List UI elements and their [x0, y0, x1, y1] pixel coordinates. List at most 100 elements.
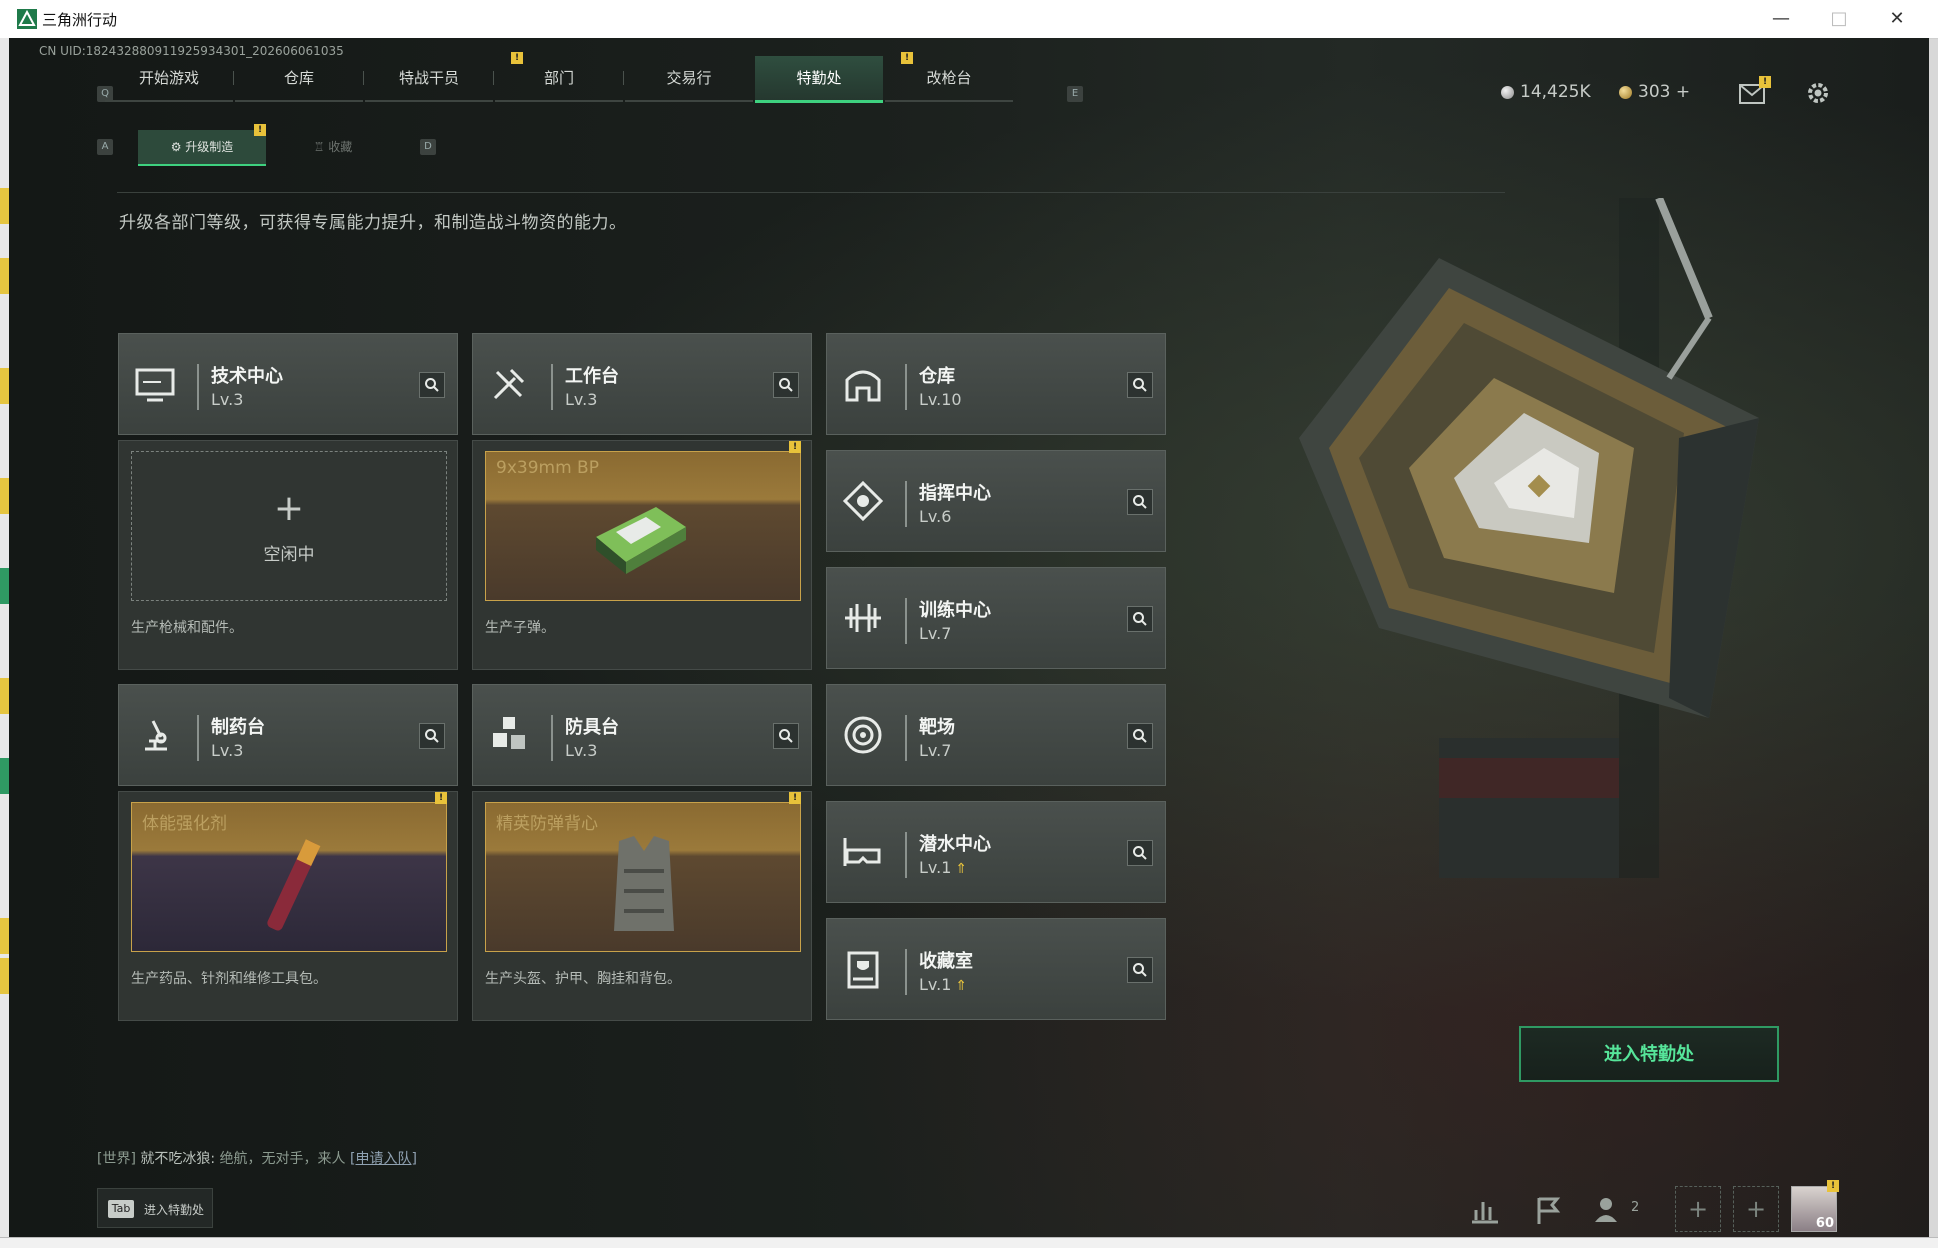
page-description: 升级各部门等级，可获得专属能力提升，和制造战斗物资的能力。 [119, 213, 627, 233]
card-divider [197, 364, 199, 410]
tab-label: 收藏 [328, 140, 353, 154]
minimize-button[interactable]: — [1752, 0, 1810, 38]
tab-collection[interactable]: ♖ 收藏 [269, 130, 397, 164]
facility-card-training-center[interactable]: 训练中心 Lv.7 [826, 567, 1166, 669]
strip-cell [0, 368, 9, 404]
enter-special-service-button[interactable]: 进入特勤处 [1519, 1026, 1779, 1082]
facility-card-armor-bench[interactable]: 防具台 Lv.3 [472, 684, 812, 786]
facility-card-collection-room[interactable]: 收藏室 Lv.1 ⇑ [826, 918, 1166, 1020]
facility-card-tech-center[interactable]: 技术中心 Lv.3 [118, 333, 458, 435]
nav-next-key: E [1067, 86, 1083, 102]
ammo-box-icon [596, 507, 686, 574]
warehouse-icon [845, 370, 881, 402]
subnav-next-key: D [420, 139, 436, 155]
facility-card-warehouse[interactable]: 仓库 Lv.10 [826, 333, 1166, 435]
tab-label: 部门 [543, 69, 574, 87]
production-slot-pharmacy[interactable]: 体能强化剂 ! 生产药品、针剂和维修工具包。 [118, 791, 458, 1021]
tab-trading[interactable]: 交易行 [625, 56, 753, 102]
strip-cell [0, 958, 9, 994]
inspect-button[interactable] [773, 372, 799, 398]
production-item-image[interactable]: 精英防弹背心 [485, 802, 801, 952]
inspect-button[interactable] [419, 723, 445, 749]
stats-chart-icon[interactable] [1464, 1190, 1504, 1230]
chat-user: 就不吃冰狼: [140, 1151, 216, 1167]
add-production-icon: + [273, 488, 305, 529]
card-divider [551, 364, 553, 410]
production-slot-workbench[interactable]: 9x39mm BP ! 生产子弹。 [472, 440, 812, 670]
add-currency-button[interactable]: + [1676, 82, 1690, 102]
facility-name: 潜水中心 [919, 834, 991, 855]
chat-channel: [世界] [97, 1151, 136, 1167]
search-icon [1133, 495, 1147, 509]
team-slot-empty[interactable]: + [1675, 1186, 1721, 1232]
join-team-link[interactable]: [申请入队] [350, 1151, 417, 1167]
tab-gunsmith[interactable]: 改枪台 [885, 56, 1013, 102]
injector-icon [267, 839, 321, 931]
card-divider [905, 481, 907, 527]
tab-start-game[interactable]: 开始游戏 [105, 56, 233, 102]
gold-coin-icon [1619, 85, 1632, 99]
production-slot-tech[interactable]: + 空闲中 生产枪械和配件。 [118, 440, 458, 670]
diving-mask-icon [843, 838, 881, 866]
tab-label: 交易行 [666, 69, 712, 87]
card-divider [905, 364, 907, 410]
tab-label: 改枪台 [926, 69, 972, 87]
production-item-image[interactable]: 体能强化剂 [131, 802, 447, 952]
tab-shortcut-hint[interactable]: Tab 进入特勤处 [97, 1188, 213, 1228]
inspect-button[interactable] [1127, 372, 1153, 398]
facility-card-diving-center[interactable]: 潜水中心 Lv.1 ⇑ [826, 801, 1166, 903]
tab-operators[interactable]: 特战干员 [365, 56, 493, 102]
tab-upgrade-craft[interactable]: ⚙ 升级制造 [138, 130, 266, 166]
gold-currency[interactable]: 303 + [1619, 82, 1690, 102]
trophy-icon: ♖ [313, 140, 329, 154]
inspect-button[interactable] [773, 723, 799, 749]
facility-card-shooting-range[interactable]: 靶场 Lv.7 [826, 684, 1166, 786]
facility-name: 仓库 [919, 366, 955, 387]
facility-level-row: Lv.1 ⇑ [919, 858, 967, 877]
production-alert-badge: ! [435, 792, 447, 804]
player-avatar[interactable]: 60 [1791, 1186, 1837, 1232]
facility-card-command-center[interactable]: 指挥中心 Lv.6 [826, 450, 1166, 552]
production-slot-armor[interactable]: 精英防弹背心 ! 生产头盔、护甲、胸挂和背包。 [472, 791, 812, 1021]
facility-level: Lv.3 [211, 390, 244, 409]
inspect-button[interactable] [1127, 489, 1153, 515]
inspect-button[interactable] [419, 372, 445, 398]
strip-cell [0, 568, 9, 604]
search-icon [1133, 846, 1147, 860]
inspect-button[interactable] [1127, 840, 1153, 866]
strip-cell [0, 678, 9, 714]
production-description: 生产枪械和配件。 [131, 620, 243, 636]
production-item-image[interactable]: 9x39mm BP [485, 451, 801, 601]
card-divider [197, 715, 199, 761]
world-chat-line[interactable]: [世界] 就不吃冰狼: 绝航，无对手，来人 [申请入队] [97, 1148, 417, 1168]
tab-special-service[interactable]: 特勤处 [755, 56, 883, 103]
inspect-button[interactable] [1127, 606, 1153, 632]
facility-card-pharmacy[interactable]: 制药台 Lv.3 [118, 684, 458, 786]
background-window-bottom [0, 1237, 1938, 1248]
facility-name: 工作台 [565, 366, 619, 387]
card-divider [905, 715, 907, 761]
idle-slot[interactable]: + 空闲中 [131, 451, 447, 601]
cubes-icon [493, 717, 525, 749]
facility-name: 技术中心 [211, 366, 283, 387]
tab-warehouse[interactable]: 仓库 [235, 56, 363, 102]
friends-icon[interactable] [1589, 1190, 1629, 1230]
search-icon [1133, 612, 1147, 626]
inspect-button[interactable] [1127, 957, 1153, 983]
facility-card-workbench[interactable]: 工作台 Lv.3 [472, 333, 812, 435]
close-button[interactable]: ✕ [1868, 0, 1926, 38]
silver-currency[interactable]: 14,425K [1501, 82, 1591, 102]
team-slot-empty[interactable]: + [1733, 1186, 1779, 1232]
inspect-button[interactable] [1127, 723, 1153, 749]
microscope-icon [145, 720, 167, 751]
facility-level: Lv.3 [565, 390, 598, 409]
flag-icon[interactable] [1527, 1190, 1567, 1230]
search-icon [1133, 378, 1147, 392]
tab-department[interactable]: 部门 [495, 56, 623, 102]
upgrade-available-icon: ⇑ [955, 978, 968, 994]
maximize-button[interactable]: □ [1810, 0, 1868, 38]
card-divider [905, 832, 907, 878]
gear-icon[interactable] [1805, 80, 1831, 106]
trophy-case-icon [847, 951, 879, 989]
facility-name: 收藏室 [919, 951, 973, 972]
